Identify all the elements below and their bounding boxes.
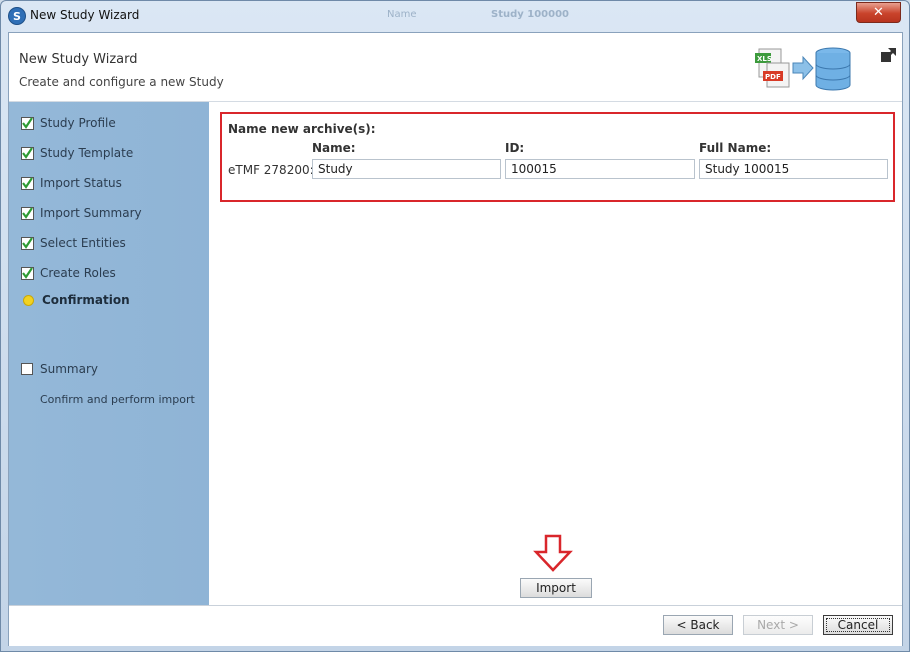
popout-icon[interactable] [879, 47, 897, 65]
wizard-title: New Study Wizard [19, 52, 138, 67]
step-label: Import Summary [40, 206, 142, 220]
step-summary[interactable]: Summary [21, 360, 98, 378]
wizard-window: S New Study Wizard Name Study 100000 ✕ N… [0, 0, 910, 652]
full-name-column-header: Full Name: [699, 141, 772, 155]
checked-checkbox-icon [21, 116, 34, 130]
step-label: Confirmation [42, 293, 130, 307]
arrow-down-icon [533, 534, 573, 572]
archive-full-name-input[interactable] [699, 159, 888, 179]
checked-checkbox-icon [21, 266, 34, 280]
step-label: Select Entities [40, 236, 126, 250]
background-window-text: Study 100000 [491, 9, 570, 20]
wizard-header: New Study Wizard Create and configure a … [9, 33, 902, 102]
title-bar[interactable]: S New Study Wizard Name Study 100000 ✕ [1, 1, 909, 32]
window-close-button[interactable]: ✕ [856, 2, 901, 23]
current-step-dot-icon [23, 294, 34, 306]
cancel-button[interactable]: Cancel [823, 615, 893, 635]
import-button[interactable]: Import [520, 578, 592, 598]
name-column-header: Name: [312, 141, 356, 155]
pdf-label: PDF [765, 73, 781, 81]
step-select-entities[interactable]: Select Entities [21, 234, 126, 252]
xls-label: XLS [757, 55, 772, 63]
step-label: Create Roles [40, 266, 116, 280]
background-window-text: Name [387, 9, 417, 20]
step-confirmation[interactable]: Confirmation [21, 291, 130, 309]
step-label: Study Profile [40, 116, 116, 130]
current-step-description: Confirm and perform import [40, 393, 195, 406]
archive-id-input[interactable] [505, 159, 695, 179]
step-label: Import Status [40, 176, 122, 190]
id-column-header: ID: [505, 141, 525, 155]
step-study-profile[interactable]: Study Profile [21, 114, 116, 132]
archive-name-input[interactable] [312, 159, 501, 179]
step-label: Study Template [40, 146, 134, 160]
window-title: New Study Wizard [30, 8, 140, 22]
checked-checkbox-icon [21, 176, 34, 190]
wizard-content: Name new archive(s): Name: ID: Full Name… [209, 102, 902, 605]
archive-naming-panel: Name new archive(s): Name: ID: Full Name… [220, 112, 895, 202]
step-create-roles[interactable]: Create Roles [21, 264, 116, 282]
step-import-summary[interactable]: Import Summary [21, 204, 142, 222]
wizard-steps-sidebar: Study Profile Study Template Import Stat… [9, 102, 209, 605]
archive-row-label: eTMF 278200: [228, 163, 314, 177]
app-logo-icon: S [8, 7, 26, 25]
unchecked-checkbox-icon [21, 362, 33, 375]
section-title: Name new archive(s): [228, 122, 376, 136]
import-to-database-icon: XLS PDF [755, 47, 851, 91]
wizard-body: New Study Wizard Create and configure a … [8, 32, 903, 646]
back-button[interactable]: < Back [663, 615, 733, 635]
next-button[interactable]: Next > [743, 615, 813, 635]
checked-checkbox-icon [21, 236, 34, 250]
wizard-subtitle: Create and configure a new Study [19, 75, 224, 89]
checked-checkbox-icon [21, 146, 34, 160]
step-import-status[interactable]: Import Status [21, 174, 122, 192]
step-study-template[interactable]: Study Template [21, 144, 133, 162]
step-label: Summary [40, 362, 98, 376]
wizard-footer: < Back Next > Cancel [9, 605, 902, 646]
checked-checkbox-icon [21, 206, 34, 220]
